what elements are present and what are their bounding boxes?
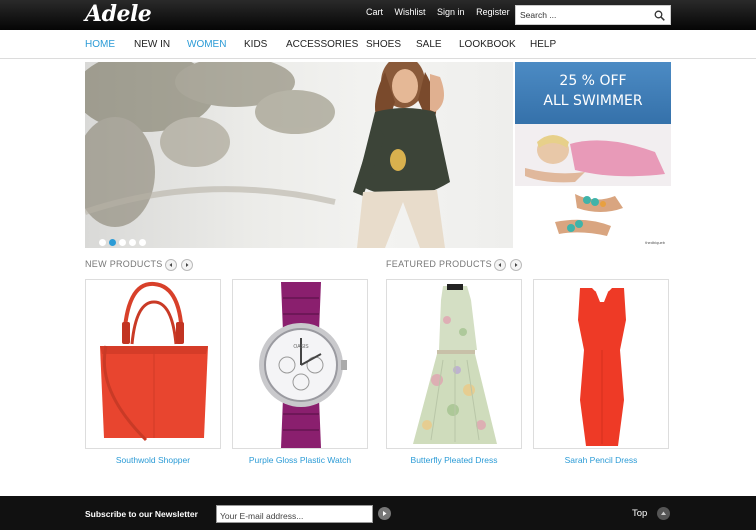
- chevron-right-icon: [515, 263, 518, 267]
- footer: Subscribe to our Newsletter Top: [0, 496, 756, 530]
- promo-image: thedbiqueb: [515, 124, 671, 248]
- promo-credit: thedbiqueb: [645, 240, 666, 245]
- search-input[interactable]: [520, 8, 650, 22]
- newsletter-label: Subscribe to our Newsletter: [85, 509, 198, 519]
- wishlist-link[interactable]: Wishlist: [395, 7, 426, 17]
- slider-dot[interactable]: [99, 239, 106, 246]
- nav-new-in[interactable]: NEW IN: [134, 39, 170, 50]
- arrow-right-icon: [383, 511, 387, 516]
- chevron-left-icon: [498, 263, 501, 267]
- product-name[interactable]: Butterfly Pleated Dress: [386, 455, 522, 465]
- promo-discount: 25 % OFF: [559, 73, 627, 89]
- product-name[interactable]: Purple Gloss Plastic Watch: [232, 455, 368, 465]
- newsletter-submit-button[interactable]: [378, 507, 391, 520]
- search-box: [515, 5, 671, 25]
- back-to-top-label[interactable]: Top: [632, 508, 647, 519]
- newsletter-email-input[interactable]: [220, 509, 370, 523]
- arrow-up-icon: [661, 511, 666, 515]
- nav-women[interactable]: WOMEN: [187, 39, 226, 50]
- watch-brand: OASIS: [293, 344, 309, 350]
- cart-link[interactable]: Cart: [366, 7, 383, 17]
- search-icon[interactable]: [654, 10, 665, 21]
- nav-sale[interactable]: SALE: [416, 39, 442, 50]
- product-card[interactable]: OASIS: [232, 279, 368, 449]
- nav-lookbook[interactable]: LOOKBOOK: [459, 39, 516, 50]
- logo[interactable]: Adele: [85, 1, 152, 27]
- product-card[interactable]: [85, 279, 221, 449]
- back-to-top-button[interactable]: [657, 507, 670, 520]
- nav-kids[interactable]: KIDS: [244, 39, 267, 50]
- slider-dots: [99, 233, 149, 248]
- new-products-prev[interactable]: [165, 259, 177, 271]
- promo-banner[interactable]: 25 % OFF ALL SWIMMER thedbiqueb: [515, 62, 671, 248]
- sign-in-link[interactable]: Sign in: [437, 7, 465, 17]
- chevron-left-icon: [169, 263, 172, 267]
- slider-dot[interactable]: [139, 239, 146, 246]
- account-links: Cart Wishlist Sign in Register: [366, 7, 519, 17]
- newsletter-email-box: [216, 505, 373, 523]
- featured-products-prev[interactable]: [494, 259, 506, 271]
- register-link[interactable]: Register: [476, 7, 510, 17]
- slider-dot[interactable]: [119, 239, 126, 246]
- product-name[interactable]: Southwold Shopper: [85, 455, 221, 465]
- promo-header: 25 % OFF ALL SWIMMER: [515, 62, 671, 124]
- product-card[interactable]: [386, 279, 522, 449]
- new-products-heading: NEW PRODUCTS: [85, 259, 163, 269]
- slider-dot-active[interactable]: [109, 239, 116, 246]
- featured-products-heading: FEATURED PRODUCTS: [386, 259, 492, 269]
- featured-products-next[interactable]: [510, 259, 522, 271]
- nav-accessories[interactable]: ACCESSORIES: [286, 39, 358, 50]
- nav-shoes[interactable]: SHOES: [366, 39, 401, 50]
- hero-image: [85, 62, 450, 248]
- product-card[interactable]: [533, 279, 669, 449]
- nav-home[interactable]: HOME: [85, 39, 115, 50]
- nav-help[interactable]: HELP: [530, 39, 556, 50]
- top-bar: Adele Cart Wishlist Sign in Register: [0, 0, 756, 30]
- new-products-next[interactable]: [181, 259, 193, 271]
- product-image-red-dress: [578, 288, 626, 446]
- product-image-watch: OASIS: [259, 282, 347, 448]
- main-nav: HOME NEW IN WOMEN KIDS ACCESSORIES SHOES…: [0, 30, 756, 59]
- product-image-bag: [100, 281, 208, 442]
- product-name[interactable]: Sarah Pencil Dress: [533, 455, 669, 465]
- chevron-right-icon: [186, 263, 189, 267]
- promo-category: ALL SWIMMER: [543, 93, 643, 109]
- slider-dot[interactable]: [129, 239, 136, 246]
- hero-slider[interactable]: [85, 62, 513, 248]
- product-image-floral-dress: [413, 284, 497, 444]
